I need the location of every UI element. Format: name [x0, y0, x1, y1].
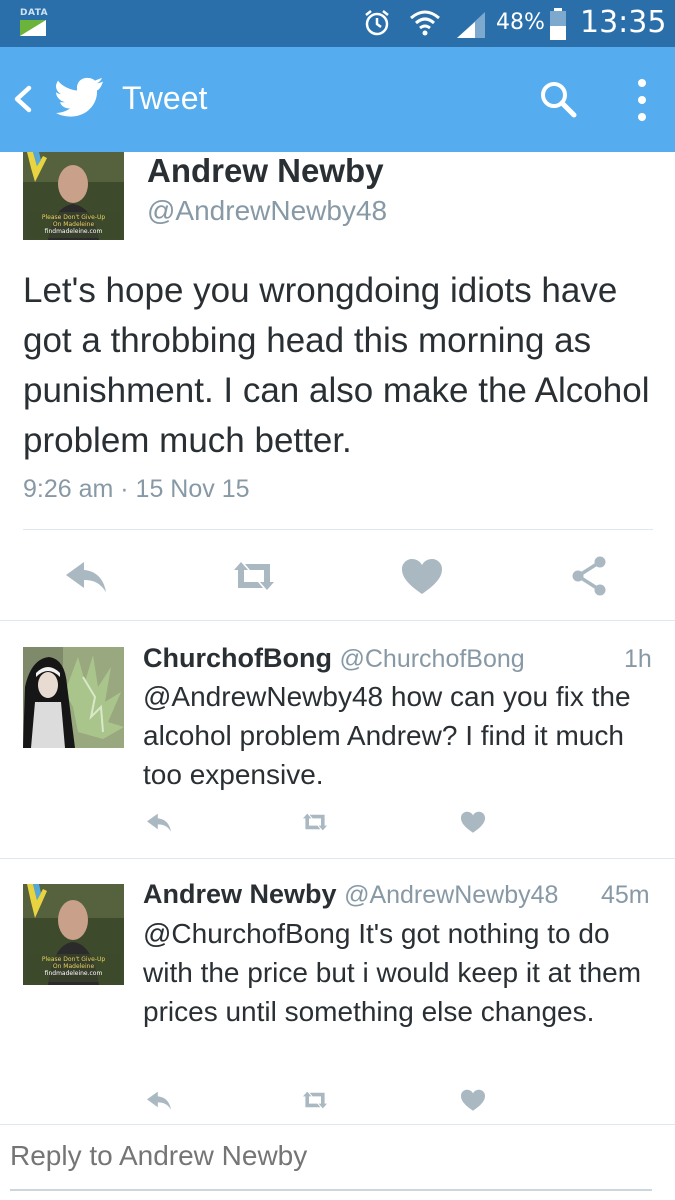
reply-header: Andrew Newby @AndrewNewby48 — [143, 879, 558, 910]
page-title: Tweet — [122, 80, 208, 116]
data-icon — [20, 20, 46, 36]
avatar[interactable] — [23, 647, 124, 748]
reply-text: @AndrewNewby48 how can you fix the alcoh… — [143, 681, 631, 790]
tweet-text: Let's hope you wrongdoing idiots have go… — [23, 271, 650, 460]
like-icon[interactable] — [458, 810, 488, 834]
battery-percent: 48% — [496, 10, 545, 35]
divider — [23, 529, 653, 530]
retweet-icon[interactable] — [300, 810, 330, 834]
avatar-caption: Please Don't Give-Up On Madeleine findma… — [41, 956, 106, 977]
reply-header: ChurchofBong @ChurchofBong — [143, 643, 525, 674]
divider — [0, 858, 675, 859]
app-bar: Tweet — [0, 47, 675, 152]
reply-input[interactable] — [10, 1140, 650, 1172]
share-icon[interactable] — [566, 556, 614, 596]
more-vert-icon[interactable] — [632, 77, 652, 123]
status-bar: DATA 48% 13:35 — [0, 0, 675, 47]
signal-icon — [457, 12, 485, 38]
reply-author-handle[interactable]: @AndrewNewby48 — [344, 881, 558, 909]
back-icon[interactable] — [12, 85, 34, 113]
reply-icon[interactable] — [144, 810, 174, 834]
divider — [0, 1124, 675, 1125]
battery-icon — [550, 8, 566, 40]
search-icon[interactable] — [538, 79, 578, 119]
avatar-image — [23, 647, 124, 748]
retweet-icon[interactable] — [300, 1088, 330, 1112]
author-name[interactable]: Andrew Newby — [147, 152, 384, 190]
reply-text: @ChurchofBong It's got nothing to do wit… — [143, 918, 642, 1027]
avatar[interactable]: Please Don't Give-Up On Madeleine findma… — [23, 884, 124, 985]
like-icon[interactable] — [398, 556, 446, 596]
reply-author-name[interactable]: ChurchofBong — [143, 643, 332, 673]
like-icon[interactable] — [458, 1088, 488, 1112]
data-label: DATA — [20, 8, 49, 18]
reply-author-name[interactable]: Andrew Newby — [143, 879, 337, 909]
reply-author-handle[interactable]: @ChurchofBong — [339, 645, 524, 673]
wifi-icon — [410, 10, 440, 36]
reply-timestamp: 1h — [624, 645, 652, 673]
avatar[interactable]: Please Don't Give-Up On Madeleine findma… — [23, 152, 124, 240]
twitter-bird-icon[interactable] — [56, 77, 104, 117]
reply-timestamp: 45m — [601, 881, 650, 909]
reply-input-underline — [10, 1189, 652, 1191]
alarm-icon — [365, 10, 389, 36]
clock: 13:35 — [580, 5, 667, 40]
retweet-icon[interactable] — [230, 556, 278, 596]
tweet-timestamp: 9:26 am · 15 Nov 15 — [23, 475, 250, 503]
reply-icon[interactable] — [62, 556, 110, 596]
reply-icon[interactable] — [144, 1088, 174, 1112]
avatar-caption: Please Don't Give-Up On Madeleine findma… — [41, 214, 106, 235]
divider — [0, 620, 675, 621]
author-handle[interactable]: @AndrewNewby48 — [147, 195, 387, 227]
